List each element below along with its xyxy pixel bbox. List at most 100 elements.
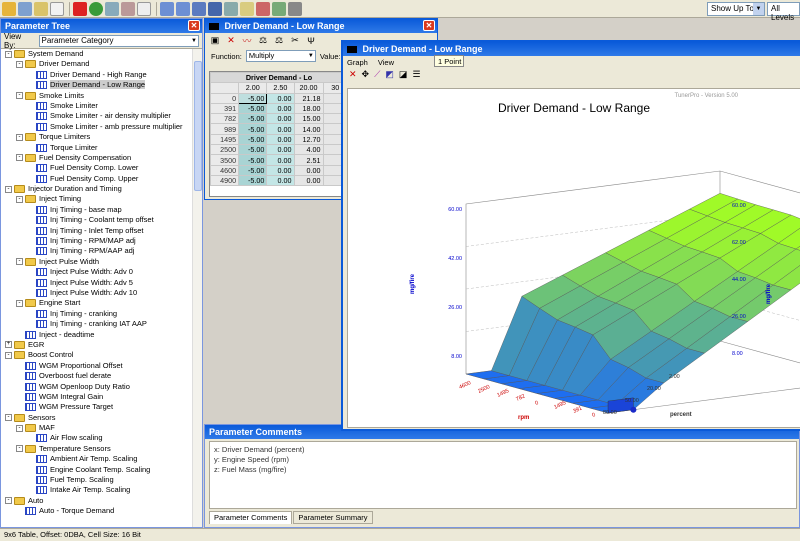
levels-dropdown[interactable]: All Levels [767,2,800,22]
table-cell[interactable]: 15.00 [293,113,324,125]
fork-icon[interactable]: Ψ [305,36,317,46]
collapse-icon[interactable]: - [5,414,12,422]
table-cell[interactable]: 0.00 [266,133,295,146]
page-icon[interactable] [137,1,151,16]
view-by-dropdown[interactable]: Parameter Category ▼ [38,34,199,47]
tree-node[interactable]: Driver Demand - High Range [1,70,193,80]
collapse-icon[interactable]: - [5,351,12,359]
show-up-to-dropdown[interactable]: Show Up To ▼ [707,2,765,16]
collapse-icon[interactable]: - [5,50,12,58]
tab-parameter-comments[interactable]: Parameter Comments [209,511,293,524]
column-header[interactable]: 2.00 [238,82,268,94]
tree-node[interactable]: Inj Timing - Coolant temp offset [1,215,193,225]
save-icon[interactable]: ▣ [209,35,221,46]
tree-node[interactable]: Inj Timing - cranking [1,309,193,319]
tree-node[interactable]: - Inject Timing [1,194,193,204]
tree-node[interactable]: - Temperature Sensors [1,444,193,454]
graph-icon[interactable]: 〰 [241,34,253,47]
table-cell[interactable]: -5.00 [238,164,268,176]
collapse-icon[interactable]: - [5,497,12,505]
column-header[interactable]: 2.50 [266,82,295,94]
tree-node[interactable]: - Injector Duration and Timing [1,184,193,194]
scope-icon[interactable] [256,1,270,16]
table-cell[interactable]: 0.00 [266,123,295,135]
tree-node[interactable]: Engine Coolant Temp. Scaling [1,465,193,475]
row-header[interactable]: 2500 [210,144,240,156]
close-graph-icon[interactable]: ✕ [349,69,357,80]
search-icon[interactable] [240,1,254,16]
table-cell[interactable]: -5.00 [238,144,268,156]
tree-node[interactable]: Fuel Temp. Scaling [1,475,193,485]
tree-node[interactable]: Intake Air Temp. Scaling [1,485,193,495]
row-header[interactable]: 989 [210,123,240,135]
tree-node[interactable]: Air Flow scaling [1,433,193,443]
table-cell[interactable]: 0.00 [266,154,295,166]
table-cell[interactable]: 0.00 [293,174,324,187]
tree-node[interactable]: Inj Timing - RPM/MAP adj [1,236,193,246]
add-icon[interactable] [89,1,103,16]
save-icon[interactable] [18,1,32,16]
collapse-icon[interactable]: - [16,154,23,162]
tree-node[interactable]: Smoke Limiter [1,101,193,111]
tree-scrollbar[interactable] [192,49,202,527]
table-cell[interactable]: 4.00 [293,144,324,156]
collapse-icon[interactable]: - [16,92,23,100]
tree-node[interactable]: WGM Integral Gain [1,392,193,402]
tree-node[interactable]: - Sensors [1,413,193,423]
table-cell[interactable]: 2.51 [293,154,324,166]
table-cell[interactable]: 0.00 [266,92,295,104]
compare-icon[interactable]: ⚖ [273,35,285,46]
tree-node[interactable]: Inj Timing - RPM/AAP adj [1,246,193,256]
collapse-icon[interactable]: - [16,195,23,203]
table-cell[interactable]: 21.18 [293,92,324,104]
table-cell[interactable]: 0.00 [266,113,295,125]
row-header[interactable]: 391 [210,102,240,115]
menu-view[interactable]: View [378,58,394,67]
tab-parameter-summary[interactable]: Parameter Summary [293,511,373,524]
tree-node[interactable]: Inject - deadtime [1,330,193,340]
monitor-icon[interactable] [208,1,222,16]
link-icon[interactable] [121,1,135,16]
tree-node[interactable]: Inj Timing - cranking IAT AAP [1,319,193,329]
close-icon[interactable]: ✕ [188,20,200,31]
row-header[interactable]: 0 [210,92,240,104]
tree-node[interactable]: - Driver Demand [1,59,193,69]
function-dropdown[interactable]: Multiply ▼ [245,50,316,62]
graph-style-icon[interactable]: ⟋ [374,69,380,80]
tree-node[interactable]: - Boost Control [1,350,193,360]
tree-node[interactable]: Overboost fuel derate [1,371,193,381]
tree-node[interactable]: Smoke Limiter - air density multiplier [1,111,193,121]
scale-icon[interactable]: ⚖ [257,35,269,46]
tree-node[interactable]: Inject Pulse Width: Adv 10 [1,288,193,298]
collapse-icon[interactable]: - [16,258,23,266]
table-cell[interactable]: 0.00 [266,102,295,115]
row-header[interactable]: 4600 [210,164,240,176]
delete-icon[interactable] [73,1,87,16]
tree-node[interactable]: Driver Demand - Low Range [1,80,193,90]
close-icon[interactable]: ✕ [423,20,435,31]
open-bin-icon[interactable] [34,1,48,16]
menu-graph[interactable]: Graph [347,58,368,67]
tree-node[interactable]: Ambient Air Temp. Scaling [1,454,193,464]
table-cell[interactable]: -5.00 [238,174,268,187]
table-cell[interactable]: 14.00 [293,123,324,135]
tree-node[interactable]: Inject Pulse Width: Adv 5 [1,278,193,288]
settings-icon[interactable] [288,1,302,16]
collapse-icon[interactable]: - [16,299,23,307]
table-cell[interactable]: -5.00 [238,123,268,135]
table-cell[interactable]: -5.00 [238,154,268,166]
copy-icon[interactable] [105,1,119,16]
graph-canvas[interactable]: TunerPro - Version 5.00 Driver Demand - … [347,88,800,428]
tree-node[interactable]: Auto - Torque Demand [1,506,193,516]
chart-icon[interactable] [224,1,238,16]
table-cell[interactable]: 18.00 [293,102,324,115]
collapse-icon[interactable]: - [16,60,23,68]
collapse-icon[interactable]: - [5,185,12,193]
row-header[interactable]: 1495 [210,133,240,146]
tree-node[interactable]: WGM Proportional Offset [1,361,193,371]
table-cell[interactable]: -5.00 [238,92,268,104]
collapse-icon[interactable]: - [16,445,23,453]
list-view-icon[interactable] [176,1,190,16]
tree-node[interactable]: Smoke Limiter - amb pressure multiplier [1,122,193,132]
scrollbar-thumb[interactable] [194,61,202,191]
